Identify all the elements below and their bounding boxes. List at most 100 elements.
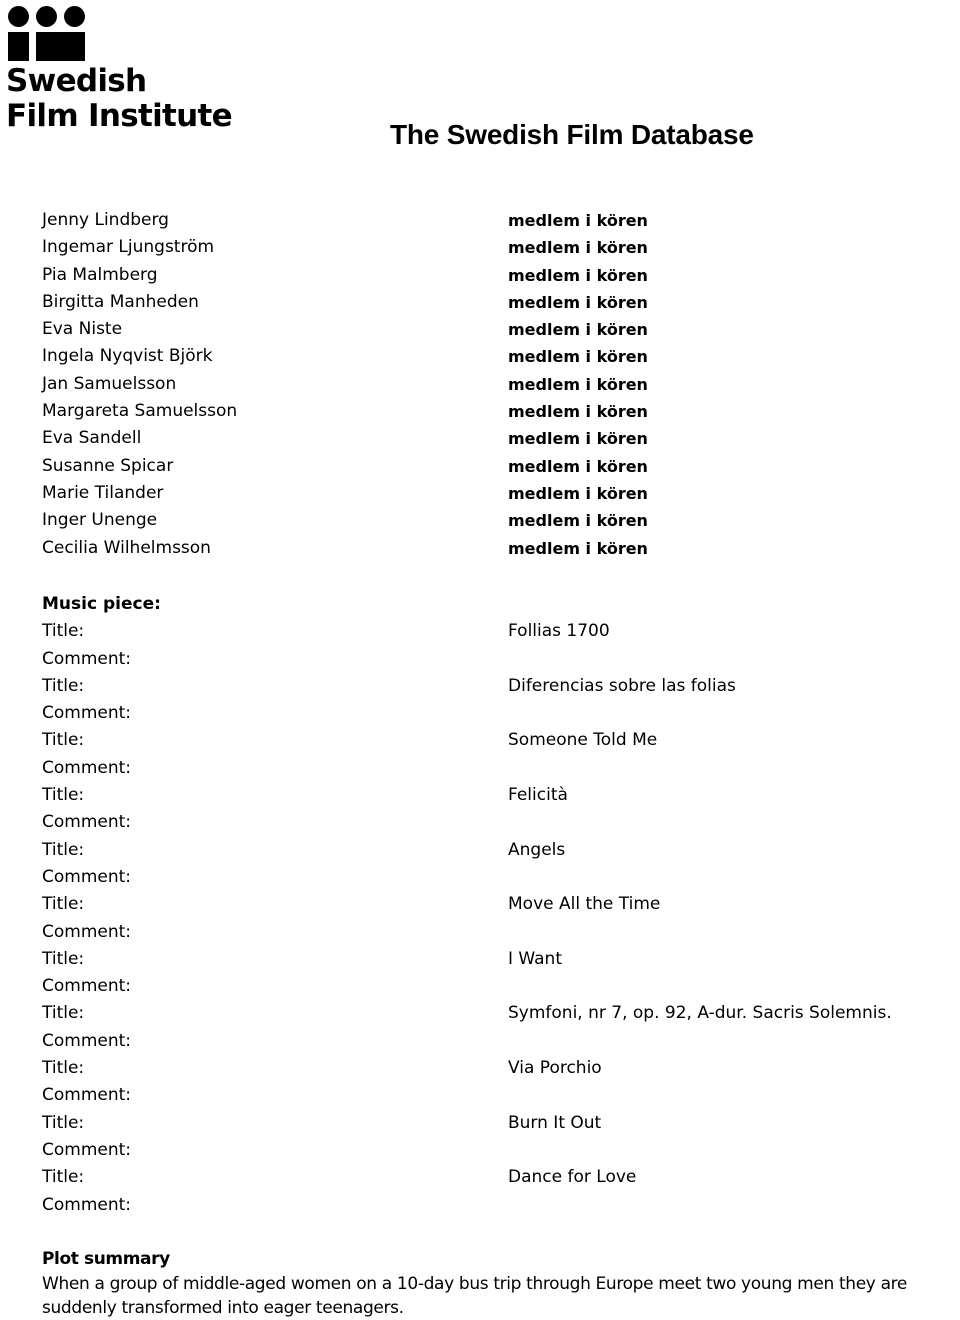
music-title-label: Title: [42, 675, 85, 696]
table-row: Marie Tilander medlem i kören [0, 480, 960, 507]
music-title-label: Title: [42, 839, 85, 860]
credit-person-role: medlem i kören [508, 456, 648, 476]
table-row: Ingemar Ljungström medlem i kören [0, 234, 960, 261]
table-row: Title: I Want [0, 946, 960, 973]
credit-person-role: medlem i kören [508, 211, 648, 230]
credit-person-name: Jan Samuelsson [42, 373, 177, 394]
credit-person-role: medlem i kören [508, 292, 648, 312]
credit-person-role: medlem i kören [508, 402, 648, 422]
credit-person-role: medlem i kören [508, 511, 648, 531]
page-title: The Swedish Film Database [390, 118, 754, 150]
credit-person-name: Pia Malmberg [42, 264, 158, 285]
swedish-film-institute-logo: Swedish Film Institute [6, 6, 236, 138]
table-row: Title: Move All the Time [0, 891, 960, 918]
music-title-label: Title: [42, 1058, 85, 1079]
music-title-value: Dance for Love [508, 1167, 637, 1188]
table-row: Title: Someone Told Me [0, 727, 960, 754]
credit-person-name: Ingela Nyqvist Björk [42, 346, 213, 367]
table-row: Comment: [0, 646, 960, 673]
logo-wordmark-line-2: Film Institute [6, 98, 233, 134]
music-title-label: Title: [42, 621, 85, 642]
table-row: Cecilia Wilhelmsson medlem i kören [0, 535, 960, 562]
logo-dot-icon [36, 6, 57, 27]
credit-person-role: medlem i kören [508, 374, 648, 394]
table-row: Comment: [0, 1082, 960, 1109]
table-row: Susanne Spicar medlem i kören [0, 453, 960, 480]
music-title-label: Title: [42, 730, 85, 751]
music-comment-label: Comment: [42, 1194, 132, 1215]
table-row: Jan Samuelsson medlem i kören [0, 371, 960, 398]
music-title-value: Someone Told Me [508, 730, 658, 751]
music-title-value: Via Porchio [508, 1058, 602, 1079]
credit-person-role: medlem i kören [508, 429, 648, 449]
plot-summary-heading: Plot summary [42, 1249, 170, 1269]
table-row: Comment: [0, 1028, 960, 1055]
table-row: Jenny Lindberg medlem i kören [0, 207, 960, 234]
credits-list: Jenny Lindberg medlem i kören Ingemar Ljun… [0, 207, 960, 562]
credit-person-name: Jenny Lindberg [42, 210, 169, 230]
table-row: Title: Angels [0, 837, 960, 864]
logo-dot-icon [8, 6, 29, 27]
credit-person-name: Margareta Samuelsson [42, 401, 238, 422]
music-title-label: Title: [42, 894, 85, 915]
plot-summary-section: Plot summary When a group of middle-aged… [42, 1247, 952, 1320]
page-header: Swedish Film Institute The Swedish Film … [0, 0, 960, 160]
music-comment-label: Comment: [42, 921, 132, 942]
table-row: Title: Burn It Out [0, 1110, 960, 1137]
table-row: Comment: [0, 700, 960, 727]
music-comment-label: Comment: [42, 757, 132, 778]
table-row: Comment: [0, 973, 960, 1000]
credit-person-role: medlem i kören [508, 483, 648, 503]
table-row: Birgitta Manheden medlem i kören [0, 289, 960, 316]
logo-wordmark-line-1: Swedish [6, 63, 147, 99]
table-row: Comment: [0, 755, 960, 782]
music-title-value: Symfoni, nr 7, op. 92, A-dur. Sacris Sol… [508, 1003, 892, 1024]
table-row: Eva Niste medlem i kören [0, 316, 960, 343]
logo-bar-icon [36, 32, 85, 61]
credit-person-role: medlem i kören [508, 320, 648, 340]
music-title-value: Angels [508, 839, 566, 860]
credit-person-role: medlem i kören [508, 347, 648, 367]
credit-person-name: Marie Tilander [42, 482, 164, 503]
music-comment-label: Comment: [42, 1030, 132, 1051]
music-comment-label: Comment: [42, 1139, 132, 1160]
table-row: Title: Follias 1700 [0, 618, 960, 645]
music-title-value: Burn It Out [508, 1112, 602, 1133]
logo-dot-icon [64, 6, 85, 27]
music-comment-label: Comment: [42, 1085, 132, 1106]
credit-person-name: Ingemar Ljungström [42, 237, 215, 258]
music-comment-label: Comment: [42, 976, 132, 997]
logo-bar-icon [8, 32, 29, 61]
music-title-value: I Want [508, 948, 562, 969]
music-title-label: Title: [42, 1167, 85, 1188]
plot-summary-text: When a group of middle-aged women on a 1… [42, 1274, 908, 1318]
music-title-value: Diferencias sobre las folias [508, 675, 736, 696]
logo-mark-icon [8, 6, 90, 64]
table-row: Comment: [0, 1137, 960, 1164]
table-row: Title: Via Porchio [0, 1055, 960, 1082]
table-row: Title: Dance for Love [0, 1164, 960, 1191]
music-comment-label: Comment: [42, 866, 132, 887]
credit-person-name: Susanne Spicar [42, 455, 174, 476]
table-row: Inger Unenge medlem i kören [0, 507, 960, 534]
table-row: Comment: [0, 864, 960, 891]
music-piece-heading: Music piece: [42, 594, 161, 614]
table-row: Title: Symfoni, nr 7, op. 92, A-dur. Sacr… [0, 1000, 960, 1027]
table-row: Comment: [0, 1192, 960, 1219]
credit-person-name: Inger Unenge [42, 510, 158, 531]
music-title-value: Felicità [508, 785, 568, 806]
logo-wordmark: Swedish Film Institute [6, 64, 236, 134]
music-title-label: Title: [42, 1112, 85, 1133]
table-row: Eva Sandell medlem i kören [0, 425, 960, 452]
table-row: Ingela Nyqvist Björk medlem i kören [0, 343, 960, 370]
credit-person-name: Eva Sandell [42, 428, 142, 449]
credit-person-name: Birgitta Manheden [42, 291, 199, 312]
table-row: Title: Diferencias sobre las folias [0, 673, 960, 700]
music-piece-list: Title: Follias 1700 Comment: Title: Diferenc… [0, 618, 960, 1219]
music-comment-label: Comment: [42, 703, 132, 724]
music-title-label: Title: [42, 1003, 85, 1024]
credit-person-role: medlem i kören [508, 538, 648, 558]
music-comment-label: Comment: [42, 812, 132, 833]
table-row: Pia Malmberg medlem i kören [0, 262, 960, 289]
table-row: Margareta Samuelsson medlem i kören [0, 398, 960, 425]
